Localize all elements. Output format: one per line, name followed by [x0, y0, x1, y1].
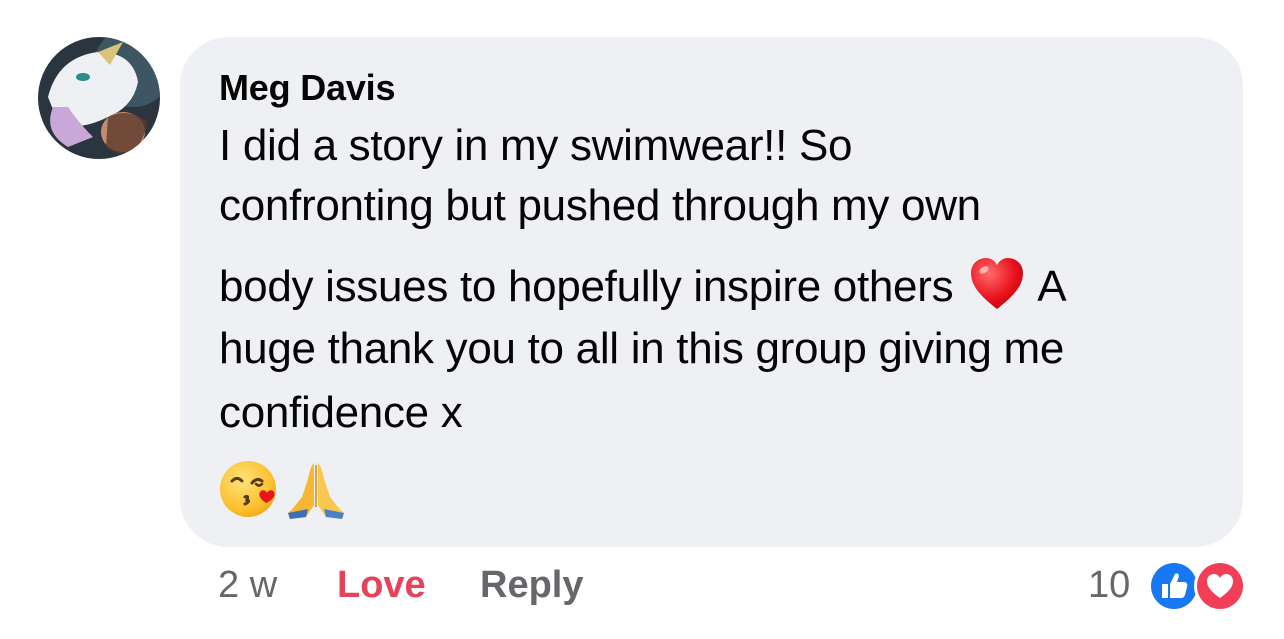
timestamp[interactable]: 2 w — [218, 564, 277, 607]
avatar-image — [38, 37, 160, 159]
comment-actions: 2 w Love Reply 10 — [0, 560, 1284, 620]
reaction-count[interactable]: 10 — [1088, 564, 1130, 607]
comment-text-line: confronting but pushed through my own — [219, 181, 981, 230]
red-heart-emoji-icon — [969, 257, 1025, 311]
heart-icon — [1194, 560, 1246, 612]
avatar[interactable] — [38, 37, 160, 159]
thumbs-up-icon — [1148, 560, 1200, 612]
comment-text-line: huge thank you to all in this group givi… — [219, 324, 1065, 373]
love-reaction-button[interactable]: Love — [337, 564, 426, 607]
folded-hands-emoji-icon — [284, 457, 348, 521]
comment-text-line: confidence x — [219, 388, 463, 437]
reply-button[interactable]: Reply — [480, 564, 583, 607]
comment-text-line: body issues to hopefully inspire others A — [219, 257, 1067, 313]
reaction-summary[interactable] — [1142, 560, 1252, 612]
face-blowing-kiss-emoji-icon — [218, 457, 282, 521]
comment-text-segment: A — [1037, 262, 1067, 311]
comment-text-line: I did a story in my swimwear!! So — [219, 121, 853, 170]
comment-author[interactable]: Meg Davis — [219, 67, 395, 109]
emoji-row — [218, 457, 348, 521]
comment-text-segment: body issues to hopefully inspire others — [219, 262, 954, 311]
comment-bubble: Meg Davis I did a story in my swimwear!!… — [180, 37, 1243, 547]
